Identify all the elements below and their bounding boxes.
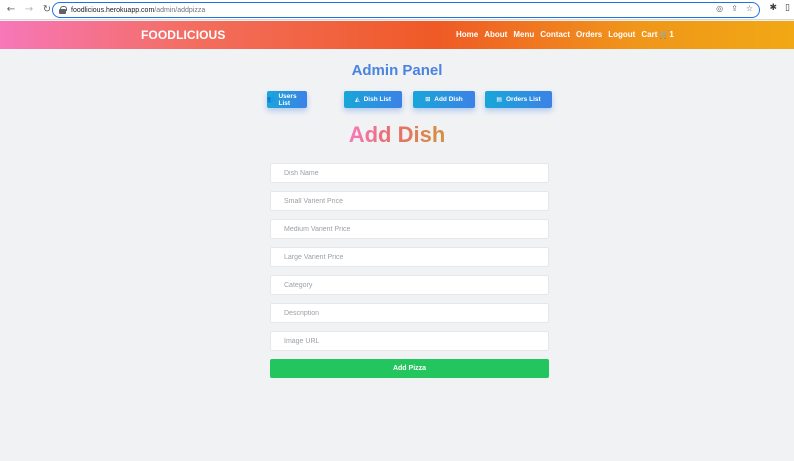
dish-list-button[interactable]: ◭ Dish List: [344, 91, 402, 108]
nav-link-logout[interactable]: Logout: [608, 30, 635, 39]
medium-price-input[interactable]: [270, 219, 549, 239]
nav-link-contact[interactable]: Contact: [540, 30, 570, 39]
orders-list-label: Orders List: [505, 96, 541, 103]
page-title-text: Add Dish: [348, 122, 446, 147]
pizza-slice-icon: ◭: [354, 96, 360, 103]
cart-label: Cart: [641, 30, 658, 39]
cart-count: 1: [669, 30, 674, 39]
back-arrow-icon[interactable]: ←: [4, 3, 18, 17]
lock-icon: [59, 6, 67, 14]
page-title: Add Dish: [0, 122, 794, 148]
nav-link-cart[interactable]: Cart 🛒1: [641, 30, 673, 39]
plus-square-icon: ⊞: [425, 96, 431, 103]
add-dish-button[interactable]: ⊞ Add Dish: [413, 91, 475, 108]
nav-link-orders[interactable]: Orders: [576, 30, 602, 39]
add-pizza-button[interactable]: Add Pizza: [270, 359, 549, 378]
orders-list-button[interactable]: ▤ Orders List: [485, 91, 552, 108]
share-icon[interactable]: ⇪: [731, 4, 738, 13]
brand-logo[interactable]: FOODLICIOUS: [141, 28, 225, 42]
dish-name-input[interactable]: [270, 163, 549, 183]
add-dish-label: Add Dish: [434, 96, 463, 103]
star-icon[interactable]: ☆: [746, 4, 753, 13]
nav-link-menu[interactable]: Menu: [513, 30, 534, 39]
url-host: foodlicious.herokuapp.com: [71, 6, 155, 14]
admin-panel-title: Admin Panel: [351, 62, 443, 79]
lens-icon[interactable]: ◎: [716, 4, 723, 13]
dish-list-label: Dish List: [363, 96, 392, 103]
forward-arrow-icon[interactable]: →: [22, 3, 36, 17]
nav-link-about[interactable]: About: [484, 30, 507, 39]
clipboard-icon: ▤: [496, 96, 502, 103]
users-list-label: Users List: [278, 92, 297, 107]
description-input[interactable]: [270, 303, 549, 323]
url-path: /admin/addpizza: [154, 6, 206, 14]
cart-icon: 🛒: [659, 30, 670, 39]
sidepanel-icon[interactable]: ▯: [785, 3, 790, 13]
small-price-input[interactable]: [270, 191, 549, 211]
users-icon: 👥: [267, 96, 275, 103]
site-navbar: FOODLICIOUS Home About Menu Contact Orde…: [0, 21, 794, 49]
users-list-button[interactable]: 👥 Users List: [267, 91, 307, 108]
browser-toolbar: ← → ↻ foodlicious.herokuapp.com/admin/ad…: [0, 0, 794, 20]
nav-link-home[interactable]: Home: [456, 30, 478, 39]
extensions-icon[interactable]: ✱: [770, 3, 778, 13]
nav-links: Home About Menu Contact Orders Logout Ca…: [456, 30, 674, 39]
category-input[interactable]: [270, 275, 549, 295]
image-url-input[interactable]: [270, 331, 549, 351]
large-price-input[interactable]: [270, 247, 549, 267]
address-bar[interactable]: foodlicious.herokuapp.com/admin/addpizza…: [52, 2, 760, 18]
